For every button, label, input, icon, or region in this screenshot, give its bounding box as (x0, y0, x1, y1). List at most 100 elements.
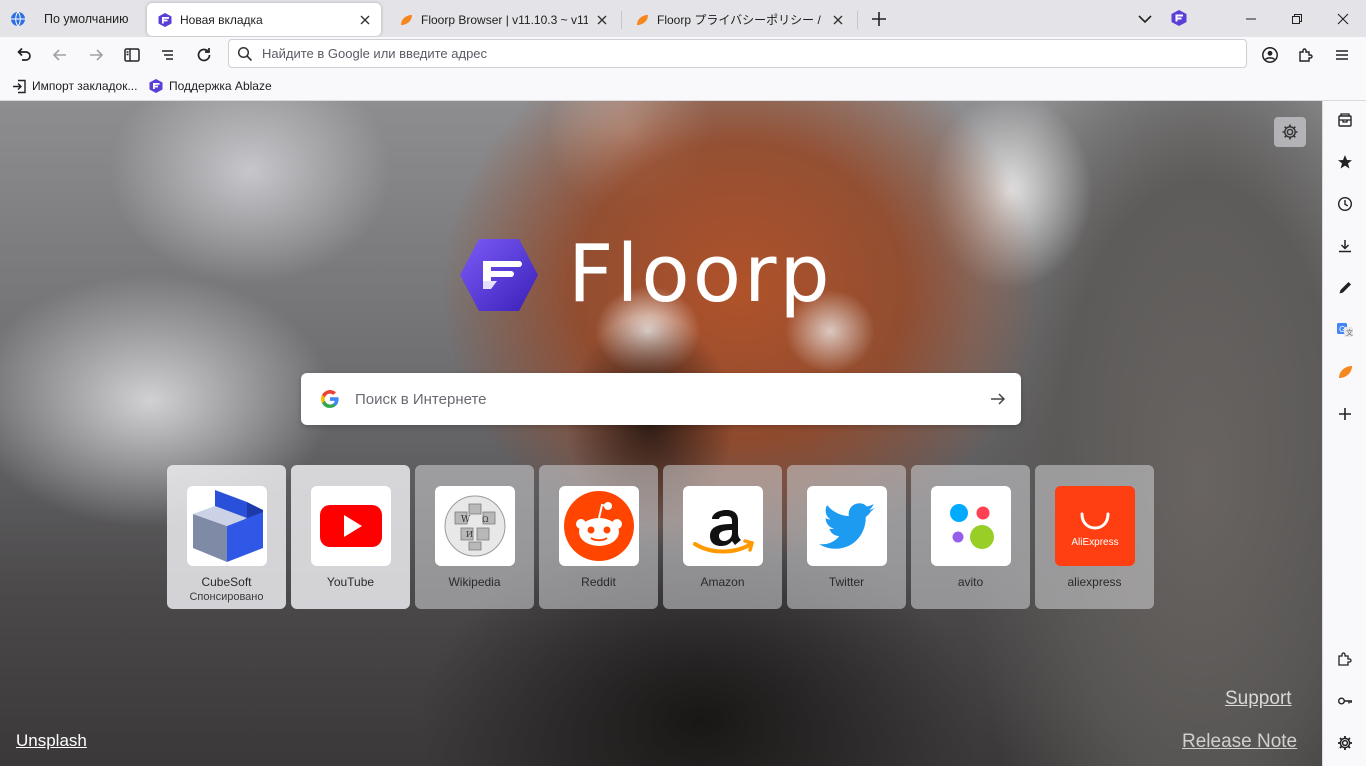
tab-floorp-privacy[interactable]: Floorp プライバシーポリシー / Al (624, 3, 854, 36)
aliexpress-icon-text: AliExpress (1071, 537, 1118, 548)
top-site-cubesoft[interactable]: CubeSoft Спонсировано (167, 465, 286, 609)
tile-icon-box (806, 486, 887, 566)
back-button[interactable] (46, 41, 74, 69)
sidebar-add-panel[interactable] (1334, 403, 1356, 425)
settings-icon (1338, 736, 1352, 750)
bookmark-import[interactable]: Импорт закладок... (12, 77, 137, 95)
forward-button[interactable] (82, 41, 110, 69)
navigation-toolbar (0, 37, 1366, 72)
newtab-settings-button[interactable] (1274, 117, 1306, 147)
reload-icon (197, 48, 211, 62)
sidebar-extensions[interactable] (1334, 648, 1356, 670)
release-note-link[interactable]: Release Note (1182, 731, 1297, 753)
extensions-button[interactable] (1292, 41, 1320, 69)
reload-button[interactable] (190, 41, 218, 69)
twitter-icon (818, 503, 875, 549)
translate-icon: G 文 (1337, 323, 1353, 337)
support-link[interactable]: Support (1225, 688, 1292, 710)
tile-name: aliexpress (1067, 575, 1122, 589)
wikipedia-icon: W Ω И (444, 495, 505, 557)
web-search-input[interactable] (355, 384, 989, 414)
add-panel-icon (1339, 408, 1351, 420)
svg-text:文: 文 (1346, 328, 1353, 337)
top-site-twitter[interactable]: Twitter (787, 465, 906, 609)
menu-button[interactable] (1328, 41, 1356, 69)
globe-icon (11, 11, 25, 26)
url-bar[interactable] (228, 39, 1247, 68)
sidebar-passwords[interactable] (1334, 690, 1356, 712)
sidebar-history[interactable] (1334, 193, 1356, 215)
search-icon (237, 46, 253, 61)
sidebar-icon (124, 48, 140, 62)
account-button[interactable] (1256, 41, 1284, 69)
top-sites-grid: CubeSoft Спонсировано YouTube W Ω И Wiki… (167, 465, 1157, 611)
import-icon (13, 79, 26, 93)
top-site-reddit[interactable]: Reddit (539, 465, 658, 609)
unsplash-link[interactable]: Unsplash (16, 731, 87, 751)
minimize-button[interactable] (1228, 0, 1274, 37)
bookmark-label: Импорт закладок... (32, 79, 138, 93)
hamburger-menu-icon (1336, 50, 1348, 60)
brand-title: Floorp (568, 228, 833, 320)
sidebar-bookmark-manager[interactable] (1334, 109, 1356, 131)
tile-icon-box (186, 486, 267, 566)
restore-icon (1292, 13, 1302, 24)
tab-floorp-browser[interactable]: Floorp Browser | v11.10.3 ~ v11.10 (388, 3, 618, 36)
list-icon (162, 50, 173, 60)
floorp-account-icon[interactable] (1170, 9, 1188, 27)
url-input[interactable] (262, 41, 1246, 66)
top-site-avito[interactable]: avito (911, 465, 1030, 609)
profile-label: По умолчанию (44, 11, 129, 26)
svg-text:W: W (461, 515, 471, 525)
close-icon (1337, 13, 1349, 24)
top-site-youtube[interactable]: YouTube (291, 465, 410, 609)
extensions-icon (1338, 652, 1352, 666)
floorp-site-icon (1339, 366, 1352, 378)
bookmark-label: Поддержка Ablaze (169, 79, 272, 93)
tab-title: Floorp プライバシーポリシー / Al (657, 13, 824, 27)
profile-tab[interactable]: По умолчанию (0, 0, 140, 37)
sidebar-notes[interactable] (1334, 277, 1356, 299)
google-icon (321, 390, 339, 408)
gear-icon (1282, 124, 1298, 140)
close-tab-icon[interactable] (594, 12, 610, 28)
tile-name: avito (957, 575, 984, 589)
svg-text:И: И (466, 530, 473, 539)
close-window-button[interactable] (1320, 0, 1366, 37)
restore-button[interactable] (1274, 0, 1320, 37)
top-site-amazon[interactable]: Amazon (663, 465, 782, 609)
svg-text:Ω: Ω (482, 515, 489, 524)
arrow-left-icon (52, 49, 66, 61)
new-tab-plus-icon[interactable] (868, 8, 890, 30)
arrow-right-icon[interactable] (989, 390, 1007, 408)
undo-close-tab-button[interactable] (10, 41, 38, 69)
chevron-down-icon[interactable] (1136, 10, 1154, 28)
tab-separator (857, 11, 858, 29)
browser-sidebar: G 文 (1322, 101, 1366, 766)
sidebar-bookmarks[interactable] (1334, 151, 1356, 173)
sidebar-settings[interactable] (1334, 732, 1356, 754)
tab-new-tab[interactable]: Новая вкладка (147, 3, 381, 36)
floorp-orange-icon (401, 14, 412, 25)
bookmark-ablaze-support[interactable]: Поддержка Ablaze (148, 77, 272, 95)
top-site-aliexpress[interactable]: AliExpress aliexpress (1035, 465, 1154, 609)
tab-title: Floorp Browser | v11.10.3 ~ v11.10 (421, 12, 588, 27)
arrow-right-icon (90, 49, 104, 61)
close-tab-icon[interactable] (357, 12, 373, 28)
floorp-orange-icon (637, 14, 648, 25)
tab-strip: По умолчанию Новая вкладка Floorp Browse… (0, 0, 1366, 37)
top-site-wikipedia[interactable]: W Ω И Wikipedia (415, 465, 534, 609)
tile-icon-box (558, 486, 639, 566)
downloads-icon (1339, 240, 1351, 253)
sidebar-toggle-button[interactable] (118, 41, 146, 69)
reddit-icon (563, 491, 634, 561)
tile-name: Wikipedia (448, 575, 501, 589)
amazon-icon (692, 510, 754, 554)
sidebar-downloads[interactable] (1334, 235, 1356, 257)
tree-tabs-button[interactable] (154, 41, 182, 69)
web-search-box[interactable] (301, 373, 1021, 425)
sidebar-translate[interactable]: G 文 (1334, 319, 1356, 341)
bookmarks-toolbar: Импорт закладок... Поддержка Ablaze (0, 72, 1366, 101)
sidebar-floorp-site[interactable] (1334, 361, 1356, 383)
close-tab-icon[interactable] (830, 12, 846, 28)
